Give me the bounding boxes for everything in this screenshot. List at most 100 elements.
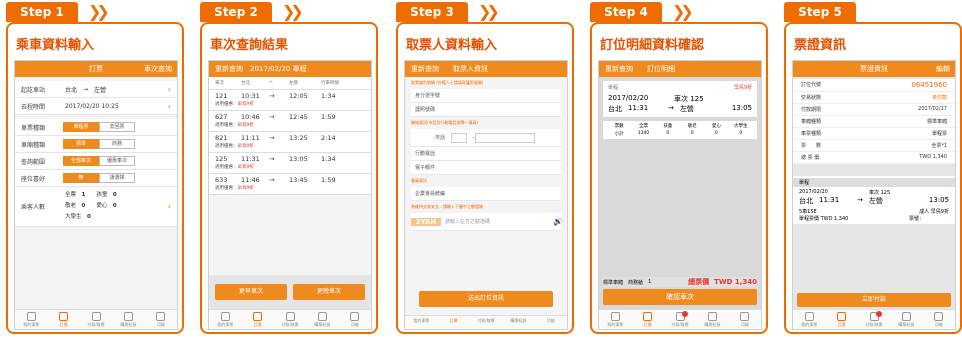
arrive-time: 13:05 [928, 196, 949, 204]
student-label: 大學生 [65, 214, 82, 220]
nav-booking[interactable]: 訂票 [437, 316, 469, 329]
re-search-button[interactable]: 重新查詢 [215, 65, 243, 73]
earlier-trains-button[interactable]: 更早車次 [215, 284, 287, 300]
ticket-card: 單程 2017/02/20 車次 125 台北 11:31 → 左營 13:05 5車15… [793, 176, 955, 224]
mobile-field[interactable]: 行動電話 [411, 147, 561, 161]
business-car-option[interactable]: 商務 [99, 139, 135, 149]
table-row: 小計 1340 0 0 0 0 [607, 131, 753, 137]
time-row[interactable]: 去程時間 2017/02/20 10:25 › [15, 98, 177, 115]
re-search-button[interactable]: 重新查詢 [605, 65, 633, 73]
nav-history[interactable]: 購票紀錄 [112, 310, 144, 329]
round-trip-option[interactable]: 去回票 [99, 122, 135, 132]
nav-settings[interactable]: 功能 [145, 310, 177, 329]
gear-icon [350, 312, 360, 321]
step1-title: 乘車資料輸入 [16, 38, 95, 53]
chevron-right-icon: ❯❯ [672, 2, 694, 21]
standard-car-option[interactable]: 標準 [63, 139, 99, 149]
arrow-icon: → [269, 155, 275, 163]
ticket-count-table: 票數 全票 孩童 敬老 愛心 大學生 小計 1340 0 0 0 0 [603, 121, 757, 139]
nav-my-tickets[interactable]: 我的車票 [793, 310, 825, 329]
discount-trains-option[interactable]: 優惠車次 [99, 156, 135, 166]
from-station: 台北 [799, 197, 813, 205]
phone-label: 市話 [434, 135, 445, 141]
nav-my-tickets[interactable]: 我的車票 [599, 310, 631, 329]
train-row[interactable]: 125 11:31 → 13:05 1:34 適用優惠：早鳥9折 [209, 153, 371, 174]
edit-button[interactable]: 編輯 [936, 61, 950, 77]
captcha-input[interactable]: 請輸入左方之驗證碼 [441, 218, 549, 225]
nav-my-tickets[interactable]: 我的車票 [15, 310, 47, 329]
ticket-number-label: 票號： [909, 216, 925, 222]
nav-booking[interactable]: 訂票 [47, 310, 79, 329]
gear-icon [156, 312, 166, 321]
later-trains-button[interactable]: 更晚車次 [293, 284, 365, 300]
choose-seat-option[interactable]: 請選擇 [99, 173, 135, 183]
table-cell: 1340 [637, 131, 650, 136]
nav-payment[interactable]: 付款/取票 [664, 310, 696, 329]
arrive-time: 13:05 [731, 104, 752, 112]
train-row[interactable]: 821 11:11 → 13:25 2:14 適用優惠：早鳥9折 [209, 132, 371, 153]
nav-settings[interactable]: 功能 [535, 316, 567, 329]
nav-booking[interactable]: 訂票 [825, 310, 857, 329]
nav-history[interactable]: 購票紀錄 [502, 316, 534, 329]
corp-member-field[interactable]: 企業會員統編 [411, 187, 561, 201]
arrive-time: 13:05 [289, 155, 308, 163]
re-search-button[interactable]: 重新查詢 [411, 65, 439, 73]
area-code-input[interactable] [451, 132, 467, 143]
status-badge: 未付款 [931, 95, 947, 101]
nav-my-tickets[interactable]: 我的車票 [209, 310, 241, 329]
all-trains-option[interactable]: 全部車次 [63, 156, 99, 166]
paging-bar: 更早車次 更晚車次 [209, 275, 371, 309]
train-row[interactable]: 627 10:46 → 12:45 1:59 適用優惠：早鳥9折 [209, 111, 371, 132]
nav-booking[interactable]: 訂票 [241, 310, 273, 329]
train-number: 821 [215, 134, 228, 142]
captcha-image: 2YAH [411, 217, 441, 226]
discount-value: 早鳥9折 [237, 165, 254, 170]
nav-my-tickets[interactable]: 我的車票 [405, 316, 437, 329]
pay-now-button[interactable]: 立即付款 [797, 293, 951, 307]
header-title: 取票人資訊 [453, 65, 488, 73]
arrive-time: 13:45 [289, 176, 308, 184]
arrow-icon: → [269, 176, 275, 184]
passport-field[interactable]: 護照號碼 [411, 103, 561, 117]
passenger-row[interactable]: 乘客人數 全票 1 孩童 0 敬老 0 愛心 0 大學生 0 › [15, 187, 177, 227]
nav-payment[interactable]: 付款/取票 [274, 310, 306, 329]
arrow-icon: → [83, 85, 89, 93]
car-row: 車廂種類 標準車廂 [793, 116, 955, 128]
notification-badge [876, 311, 883, 317]
speaker-icon[interactable]: 🔊 [549, 217, 563, 226]
booking-header: 訂票 車次查詢 [15, 61, 177, 77]
range-label: 查詢範圍 [21, 158, 46, 166]
tab-booking[interactable]: 訂票 [89, 65, 103, 73]
payment-icon [91, 312, 101, 321]
email-field[interactable]: 電子郵件 [411, 161, 561, 175]
nav-payment[interactable]: 付款/取票 [470, 316, 502, 329]
confirm-train-button[interactable]: 確認車次 [603, 289, 757, 305]
nav-payment[interactable]: 付款/取票 [858, 310, 890, 329]
type-value: 單程票 [931, 131, 947, 137]
deadline-label: 付款期限 [801, 107, 822, 113]
booking-code-row: 訂位代號 06451960 [793, 79, 955, 92]
tab-train-search[interactable]: 車次查詢 [144, 61, 172, 77]
nav-history[interactable]: 購票紀錄 [890, 310, 922, 329]
nav-settings[interactable]: 功能 [729, 310, 761, 329]
station-row[interactable]: 起訖車站 台北 → 左營 › [15, 81, 177, 98]
nav-payment[interactable]: 付款/取票 [80, 310, 112, 329]
id-field[interactable]: 身分證字號 [411, 89, 561, 103]
phone-number-input[interactable] [475, 132, 535, 143]
nav-booking[interactable]: 訂票 [631, 310, 663, 329]
arrive-time: 13:25 [289, 134, 308, 142]
train-row[interactable]: 121 10:31 → 12:05 1:34 適用優惠：早鳥9折 [209, 90, 371, 111]
download-icon [707, 312, 717, 321]
no-seat-pref-option[interactable]: 無 [63, 173, 99, 183]
phone-field[interactable]: 市話 - [411, 129, 561, 147]
train-row[interactable]: 633 11:46 → 13:45 1:59 適用優惠：早鳥9折 [209, 174, 371, 195]
nav-settings[interactable]: 功能 [339, 310, 371, 329]
nav-history[interactable]: 購票紀錄 [306, 310, 338, 329]
submit-booking-button[interactable]: 送出訂位資訊 [419, 291, 553, 307]
corp-member-label: 企業會員統編 [415, 191, 446, 197]
single-trip-option[interactable]: 單程票 [63, 122, 99, 132]
nav-history[interactable]: 購票紀錄 [696, 310, 728, 329]
nav-settings[interactable]: 功能 [923, 310, 955, 329]
step5-tab: Step 5 [784, 2, 856, 22]
step5-card: 票證資訊 票證資訊 編輯 訂位代號 06451960 交易狀態 未付款 付款期限 201… [784, 22, 962, 334]
